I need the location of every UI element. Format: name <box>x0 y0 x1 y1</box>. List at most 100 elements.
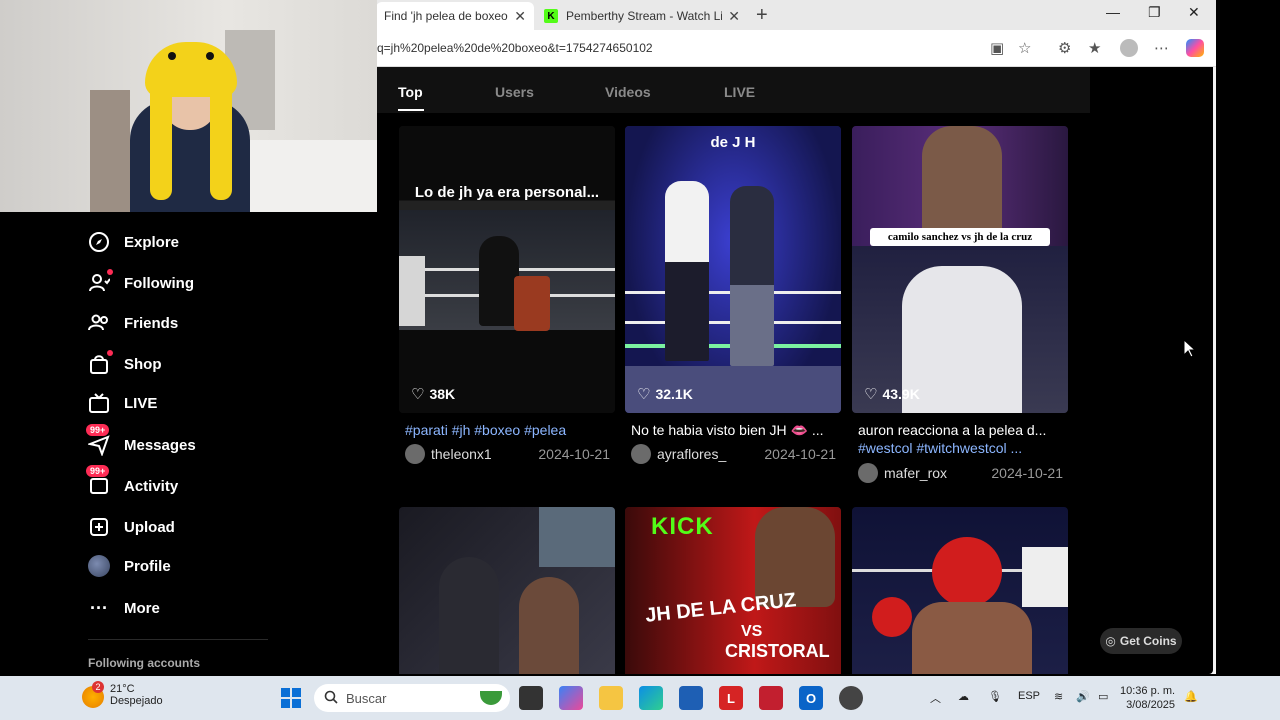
taskbar-clock[interactable]: 10:36 p. m. 3/08/2025 <box>1120 684 1175 712</box>
poster-opponent: CRISTORAL <box>725 641 830 661</box>
chevron-up-icon[interactable]: ︿ <box>930 690 941 706</box>
tab-videos[interactable]: Videos <box>605 84 651 100</box>
video-thumbnail[interactable]: Lo de jh ya era personal... ♡ 38K <box>399 126 615 413</box>
outlook-icon[interactable]: O <box>799 686 823 710</box>
volume-icon[interactable]: 🔊 <box>1076 690 1090 703</box>
more-icon: ··· <box>90 597 108 618</box>
task-view-icon[interactable] <box>519 686 543 710</box>
language-indicator[interactable]: ESP <box>1018 690 1040 702</box>
heart-icon: ♡ <box>864 386 878 403</box>
tab-users[interactable]: Users <box>495 84 534 100</box>
microphone-icon[interactable]: 🎙 <box>988 690 1002 703</box>
activity-icon: 99+ <box>86 465 110 497</box>
username[interactable]: theleonx1 <box>431 446 492 462</box>
avatar[interactable] <box>858 463 878 483</box>
post-date: 2024-10-21 <box>764 446 836 462</box>
new-tab-button[interactable]: + <box>756 4 768 27</box>
messages-badge: 99+ <box>86 424 110 436</box>
menu-icon[interactable]: ⋯ <box>1154 39 1169 57</box>
sidebar-item-following[interactable]: Following <box>88 269 194 296</box>
tab-top[interactable]: Top <box>398 84 423 100</box>
heart-icon: ♡ <box>637 386 651 403</box>
search-icon <box>324 690 338 707</box>
following-icon <box>88 269 113 294</box>
url-text[interactable]: q=jh%20pelea%20de%20boxeo&t=175427465010… <box>377 41 653 55</box>
notification-dot <box>107 269 113 275</box>
copilot-app-icon[interactable] <box>559 686 583 710</box>
cloud-icon[interactable]: ☁ <box>958 690 969 703</box>
extensions-icon[interactable]: ⚙ <box>1058 39 1071 57</box>
sidebar-item-activity[interactable]: 99+ Activity <box>86 465 178 499</box>
taskbar: 2 21°C Despejado Buscar L O ︿ ☁ 🎙 ESP ≋ … <box>0 676 1280 720</box>
video-thumbnail[interactable]: camilo sanchez vs jh de la cruz ♡ 43.9K <box>852 126 1068 413</box>
close-tab-icon[interactable]: ✕ <box>728 8 740 25</box>
video-overlay-text: Lo de jh ya era personal... <box>414 184 600 201</box>
video-description[interactable]: #parati #jh #boxeo #pelea <box>405 422 610 438</box>
windows-start-icon[interactable] <box>279 686 303 710</box>
video-thumbnail[interactable] <box>399 507 615 674</box>
shop-icon <box>88 350 113 375</box>
weather-widget[interactable]: 21°C Despejado <box>110 683 163 707</box>
sidebar-divider <box>88 639 268 640</box>
kick-favicon-icon: K <box>544 9 558 23</box>
everlast-padding <box>399 256 425 326</box>
file-explorer-icon[interactable] <box>599 686 623 710</box>
edge-icon[interactable] <box>639 686 663 710</box>
app-l-icon[interactable]: L <box>719 686 743 710</box>
video-thumbnail[interactable]: de J H ♡ 32.1K <box>625 126 841 413</box>
post-date: 2024-10-21 <box>991 465 1063 481</box>
post-date: 2024-10-21 <box>538 446 610 462</box>
favorite-star-icon[interactable]: ☆ <box>1018 39 1031 57</box>
webcam-overlay <box>0 0 377 212</box>
tab-live[interactable]: LIVE <box>724 84 755 100</box>
video-meta: ayraflores_ 2024-10-21 <box>631 444 836 464</box>
sidebar-item-more[interactable]: ··· More <box>88 595 160 621</box>
close-window-icon[interactable]: ✕ <box>1188 4 1200 21</box>
obs-icon[interactable] <box>839 686 863 710</box>
username[interactable]: ayraflores_ <box>657 446 726 462</box>
like-count: ♡ 32.1K <box>637 386 693 403</box>
wifi-icon[interactable]: ≋ <box>1054 690 1063 703</box>
sidebar-item-friends[interactable]: Friends <box>88 310 178 336</box>
friends-icon <box>88 312 110 334</box>
compass-icon <box>88 231 110 253</box>
video-thumbnail[interactable]: KICK JH DE LA CRUZ VS CRISTORAL <box>625 507 841 674</box>
sidebar-item-live[interactable]: LIVE <box>88 390 157 416</box>
split-screen-icon[interactable]: ▣ <box>990 39 1004 57</box>
store-icon[interactable] <box>679 686 703 710</box>
username[interactable]: mafer_rox <box>884 465 947 481</box>
copilot-icon[interactable] <box>1186 39 1204 57</box>
video-overlay-text: de J H <box>710 134 756 151</box>
video-description[interactable]: auron reacciona a la pelea d... <box>858 422 1063 438</box>
video-description[interactable]: No te habia visto bien JH 👄 ... <box>631 422 836 439</box>
sidebar-item-explore[interactable]: Explore <box>88 229 179 255</box>
profile-icon[interactable] <box>1120 39 1138 57</box>
taskbar-search[interactable]: Buscar <box>314 684 510 712</box>
favorites-icon[interactable]: ★ <box>1088 39 1101 57</box>
video-meta: theleonx1 2024-10-21 <box>405 444 610 464</box>
tab-kick-stream[interactable]: K Pemberthy Stream - Watch Live o ✕ <box>536 2 748 30</box>
sidebar-item-profile[interactable]: Profile <box>88 553 171 579</box>
avatar[interactable] <box>405 444 425 464</box>
minimize-icon[interactable]: — <box>1106 4 1120 20</box>
kick-logo-text: KICK <box>651 513 714 540</box>
upload-icon <box>88 516 110 538</box>
video-overlay-text: camilo sanchez vs jh de la cruz <box>870 228 1050 246</box>
search-tabs: Top Users Videos LIVE <box>376 67 1090 113</box>
video-thumbnail[interactable] <box>852 507 1068 674</box>
tab-tiktok-search[interactable]: Find 'jh pelea de boxeo' on ✕ <box>376 2 534 30</box>
weather-badge: 2 <box>92 681 104 693</box>
pdf-icon[interactable] <box>759 686 783 710</box>
profile-avatar <box>88 555 110 577</box>
notification-bell-icon[interactable]: 🔔 <box>1184 690 1198 703</box>
close-tab-icon[interactable]: ✕ <box>514 8 526 25</box>
avatar[interactable] <box>631 444 651 464</box>
get-coins-button[interactable]: ◎ Get Coins <box>1100 628 1182 654</box>
video-hashtags[interactable]: #westcol #twitchwestcol ... <box>858 440 1063 456</box>
restore-icon[interactable]: ❐ <box>1148 4 1161 21</box>
sidebar-item-messages[interactable]: 99+ Messages <box>86 424 196 458</box>
sidebar-item-shop[interactable]: Shop <box>88 350 162 377</box>
sidebar-item-upload[interactable]: Upload <box>88 514 175 540</box>
coin-icon: ◎ <box>1105 634 1116 648</box>
battery-icon[interactable]: ▭ <box>1098 690 1108 703</box>
